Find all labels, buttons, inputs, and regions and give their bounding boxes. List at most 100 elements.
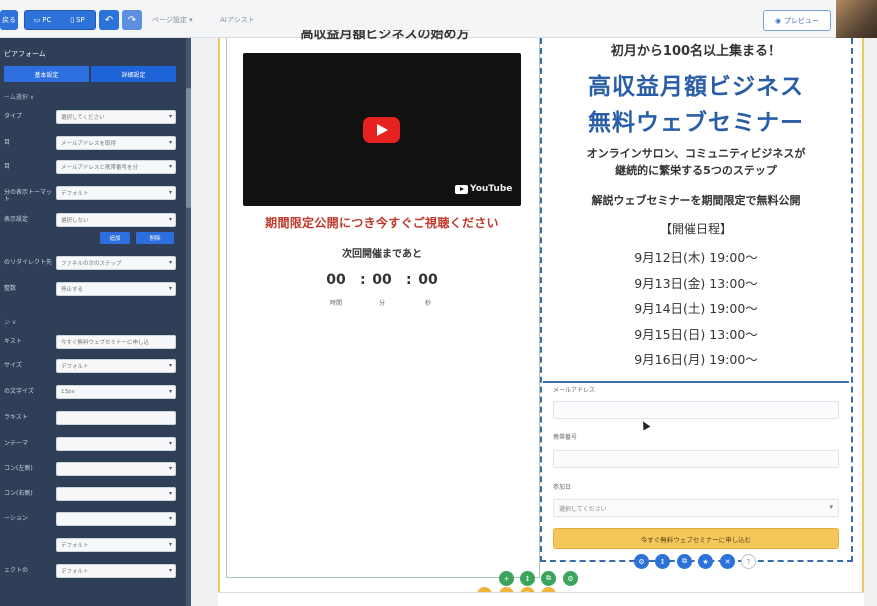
headline-title-2: 無料ウェブセミナー (588, 110, 804, 136)
play-icon[interactable] (363, 117, 400, 143)
element-settings-icon[interactable]: ⚙ (634, 554, 649, 569)
setting-label: ーション (4, 515, 28, 522)
tab-detail[interactable]: 詳細設定 (91, 66, 176, 82)
sp-label: SP (76, 16, 85, 24)
section-form-select[interactable]: ーム選択 ∨ (4, 92, 34, 101)
mini-button-row: 追加 削除 (0, 232, 191, 248)
youtube-logo: YouTube (455, 184, 512, 194)
pc-label: PC (42, 16, 52, 24)
tab-basic[interactable]: 基本設定 (4, 66, 89, 82)
page-settings-menu[interactable]: ページ設定 ▾ (152, 15, 193, 25)
schedule-item: 9月13日(金) 13:00〜 (634, 276, 758, 291)
setting-row: 目 メールアドレスを取得 (0, 136, 191, 152)
element-copy-icon[interactable]: ⧉ (677, 554, 692, 569)
schedule-heading: 【開催日程】 (659, 222, 732, 236)
setting-row: サイズ デフォルト (0, 359, 191, 375)
setting-select[interactable]: 選択してください (56, 110, 176, 124)
subheading-3: 解説ウェブセミナーを期間限定で無料公開 (591, 194, 801, 207)
video-player[interactable]: YouTube (243, 53, 521, 206)
setting-row: ンテーマ (0, 437, 191, 453)
setting-row: のリダイレクト先 ファネルの次のステップ (0, 256, 191, 272)
sp-view-button[interactable]: ▯ SP (61, 10, 94, 30)
setting-select[interactable]: 選択しない (56, 213, 176, 227)
setting-select[interactable]: メールアドレスと携帯番号を分 (56, 160, 176, 174)
setting-label: サイズ (4, 362, 22, 369)
subheading-2: 継続的に繁栄する5つのステップ (615, 164, 777, 177)
eye-icon: ◉ (774, 16, 782, 25)
setting-label: 目 (4, 139, 11, 146)
settings-sidebar: ピアフォーム 基本設定 詳細設定 ーム選択 ∨ タイプ選択してください 目メール… (0, 38, 191, 606)
youtube-icon (455, 184, 468, 194)
back-button[interactable]: 戻る (0, 10, 18, 30)
headline-title-1: 高収益月額ビジネス (588, 74, 804, 100)
schedule-item: 9月12日(木) 19:00〜 (634, 250, 758, 265)
date-select[interactable]: 選択してください (553, 499, 839, 517)
monitor-icon: ▭ (33, 16, 41, 24)
section-move-icon[interactable]: ↕ (520, 571, 535, 586)
setting-row: ーション (0, 512, 191, 528)
setting-select[interactable]: メールアドレスを取得 (56, 136, 176, 150)
section-copy-icon[interactable]: ⧉ (541, 571, 556, 586)
subheading-1: オンラインサロン、コミュニティビジネスが (586, 147, 806, 160)
setting-select[interactable]: デフォルト (56, 186, 176, 200)
countdown-seconds: 00 (418, 272, 438, 288)
countdown-unit: 時間 (329, 300, 342, 307)
setting-select[interactable] (56, 512, 176, 526)
setting-select[interactable]: ファネルの次のステップ (56, 256, 176, 270)
setting-select[interactable] (56, 462, 176, 476)
section-add-icon[interactable]: + (499, 571, 514, 586)
setting-label: 分の表示トーマット (4, 189, 53, 203)
undo-icon: ↶ (104, 14, 114, 26)
countdown-hours: 00 (326, 272, 346, 288)
setting-row: 分の表示トーマット デフォルト (0, 186, 191, 203)
setting-select[interactable]: デフォルト (56, 359, 176, 373)
schedule-item: 9月15日(日) 13:00〜 (634, 327, 758, 342)
setting-row: ェクトの デフォルト (0, 564, 191, 580)
setting-row: コン(右側) (0, 487, 191, 503)
limited-notice: 期間限定公開につき今すぐご視聴ください (265, 216, 499, 230)
setting-input[interactable] (56, 411, 176, 425)
add-button[interactable]: 追加 (100, 232, 130, 244)
redo-button[interactable]: ↷ (122, 10, 142, 30)
element-move-icon[interactable]: ↕ (655, 554, 670, 569)
setting-select[interactable]: デフォルト (56, 538, 176, 552)
preview-button[interactable]: ◉ プレビュー (763, 10, 831, 31)
element-delete-icon[interactable]: ✕ (720, 554, 735, 569)
setting-label: のリダイレクト先 (4, 259, 53, 266)
delete-button[interactable]: 削除 (136, 232, 174, 244)
setting-select[interactable] (56, 487, 176, 501)
setting-label: キスト (4, 338, 22, 345)
email-field[interactable] (553, 401, 839, 419)
ai-assist-menu[interactable]: AIアシスト (220, 15, 255, 25)
undo-button[interactable]: ↶ (99, 10, 119, 30)
setting-input[interactable]: 今すぐ無料ウェブセミナーに申し込 (56, 335, 176, 349)
schedule-item: 9月16日(月) 19:00〜 (634, 352, 758, 367)
element-save-icon[interactable]: ★ (698, 554, 713, 569)
setting-label: 表示設定 (4, 216, 29, 223)
pc-view-button[interactable]: ▭ PC (26, 10, 59, 30)
setting-row: 目 メールアドレスと携帯番号を分 (0, 160, 191, 176)
setting-row: 表示設定 選択しない (0, 213, 191, 229)
setting-select[interactable]: 13px (56, 385, 176, 399)
setting-label: タイプ (4, 113, 23, 120)
setting-select[interactable]: デフォルト (56, 564, 176, 578)
countdown-unit: 分 (378, 300, 385, 307)
setting-label: ンテーマ (4, 440, 29, 447)
next-section-edge (218, 592, 864, 606)
clipped-heading: 高収益月額ビジネスの始め方 (300, 30, 470, 42)
setting-row: コン(左側) (0, 462, 191, 478)
phone-field[interactable] (553, 450, 839, 468)
youtube-label: YouTube (470, 184, 513, 194)
countdown-unit: 秒 (424, 300, 431, 307)
setting-row: 整数 停止する (0, 282, 191, 298)
setting-label: の文字イズ (4, 388, 34, 395)
headline-kicker: 初月から100名以上集まる！ (610, 44, 782, 59)
setting-select[interactable]: 停止する (56, 282, 176, 296)
submit-button[interactable]: 今すぐ無料ウェブセミナーに申し込む (553, 528, 839, 549)
section-button[interactable]: ン ∨ (4, 317, 16, 326)
section-settings-icon[interactable]: ⚙ (563, 571, 578, 586)
setting-select[interactable] (56, 437, 176, 451)
help-icon[interactable]: ? (741, 554, 756, 569)
email-label: メールアドレス (553, 387, 596, 394)
setting-row: タイプ 選択してください (0, 110, 191, 126)
